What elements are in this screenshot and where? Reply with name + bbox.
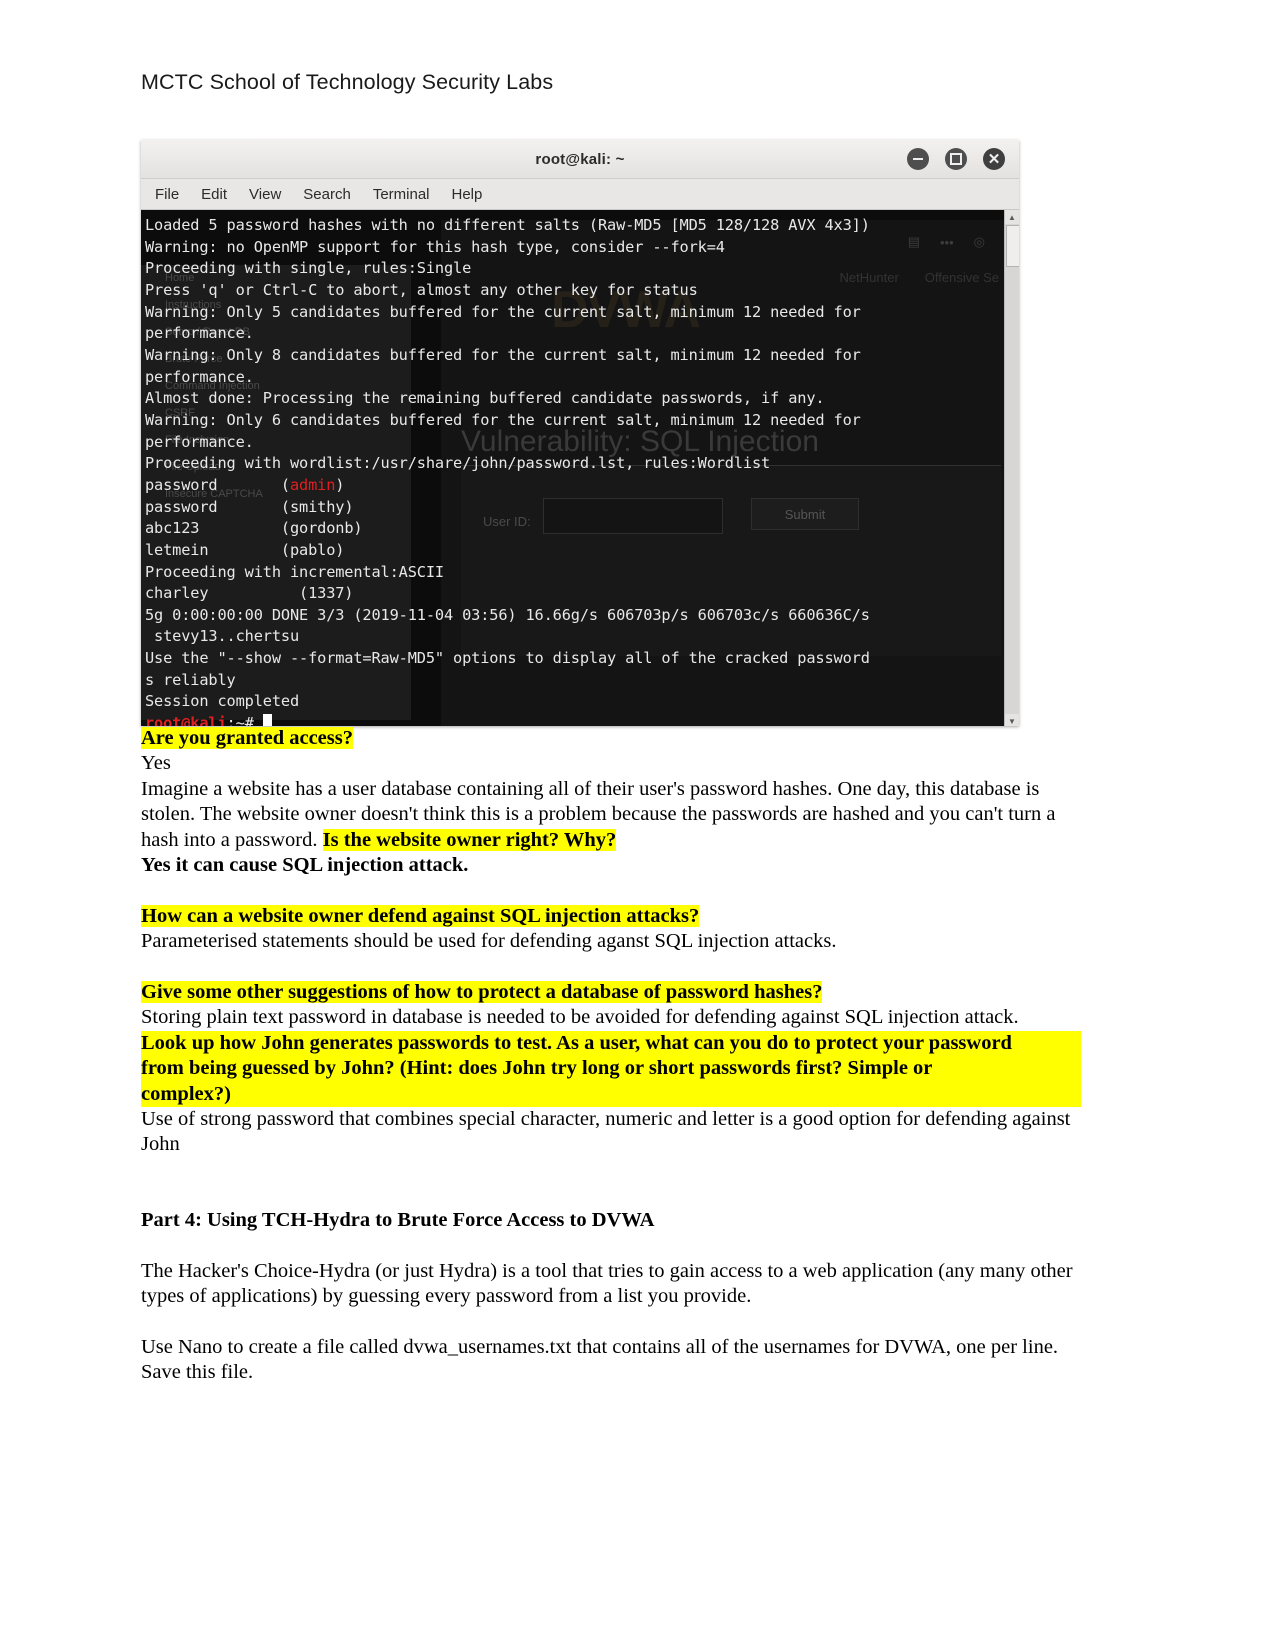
- terminal-title: root@kali: ~: [535, 150, 625, 168]
- part4-heading: Part 4: Using TCH-Hydra to Brute Force A…: [141, 1208, 655, 1231]
- question-protect-hashes-text: Give some other suggestions of how to pr…: [141, 981, 823, 1004]
- cracked-user: admin: [289, 475, 336, 494]
- cracked-password: password: [145, 497, 218, 516]
- scroll-up-arrow-icon[interactable]: ▲: [1005, 210, 1019, 224]
- window-controls: ✕: [907, 148, 1005, 170]
- part4-paragraph-nano-instruction: Use Nano to create a file called dvwa_us…: [141, 1335, 1059, 1384]
- part4-paragraph-hydra-intro: The Hacker's Choice-Hydra (or just Hydra…: [141, 1259, 1073, 1308]
- terminal-line: Proceeding with incremental:ASCII: [145, 562, 444, 581]
- terminal-line: 5g 0:00:00:00 DONE 3/3 (2019-11-04 03:56…: [145, 605, 870, 624]
- terminal-line: Almost done: Processing the remaining bu…: [145, 389, 825, 408]
- maximize-icon[interactable]: [945, 148, 967, 170]
- scrollbar-thumb[interactable]: [1006, 225, 1019, 267]
- menu-search[interactable]: Search: [303, 186, 351, 203]
- answer-owner-right: Yes it can cause SQL injection attack.: [141, 854, 469, 877]
- terminal-line: Loaded 5 password hashes with no differe…: [145, 216, 870, 234]
- page-title: MCTC School of Technology Security Labs: [141, 70, 554, 94]
- cracked-password: letmein: [145, 540, 209, 559]
- answer-john-passwords: Use of strong password that combines spe…: [141, 1108, 1071, 1156]
- terminal-line: Warning: no OpenMP support for this hash…: [145, 237, 725, 256]
- question-john-line2: from being guessed by John? (Hint: does …: [141, 1056, 1081, 1082]
- terminal-line: stevy13..chertsu: [145, 627, 300, 646]
- shell-prompt-host: root@kali: [145, 714, 227, 726]
- terminal-line: Use the "--show --format=Raw-MD5" option…: [145, 649, 870, 668]
- question-owner-right: Is the website owner right? Why?: [322, 828, 617, 851]
- answer-granted-access: Yes: [141, 752, 171, 775]
- terminal-line: performance.: [145, 324, 254, 343]
- cracked-user: pablo: [289, 540, 336, 559]
- menu-file[interactable]: File: [155, 186, 179, 203]
- terminal-titlebar: root@kali: ~ ✕: [141, 140, 1019, 179]
- question-protect-hashes: Give some other suggestions of how to pr…: [141, 980, 1081, 1005]
- terminal-window-screenshot: root@kali: ~ ✕ File Edit View Search Ter…: [141, 140, 1019, 726]
- question-john-line3: complex?): [141, 1081, 1081, 1108]
- terminal-line: Press 'q' or Ctrl-C to abort, almost any…: [145, 280, 698, 299]
- question-granted-access-text: Are you granted access?: [141, 727, 353, 749]
- question-john-passwords: Look up how John generates passwords to …: [141, 1030, 1081, 1108]
- scroll-down-arrow-icon[interactable]: ▼: [1005, 714, 1019, 726]
- terminal-line: s reliably: [145, 670, 236, 689]
- cracked-user: smithy: [289, 497, 345, 516]
- paragraph-hash-scenario: Imagine a website has a user database co…: [141, 777, 1081, 853]
- menu-edit[interactable]: Edit: [201, 186, 227, 203]
- menu-view[interactable]: View: [249, 186, 281, 203]
- terminal-menubar: File Edit View Search Terminal Help: [141, 179, 1019, 210]
- terminal-cursor[interactable]: [262, 714, 272, 726]
- terminal-line: performance.: [145, 367, 254, 386]
- question-john-line1: Look up how John generates passwords to …: [141, 1030, 1081, 1057]
- question-defend-sqli-text: How can a website owner defend against S…: [141, 904, 700, 927]
- document-body: Are you granted access? Yes Imagine a we…: [141, 726, 1081, 1386]
- terminal-line: Proceeding with single, rules:Single: [145, 259, 472, 278]
- cracked-password: abc123: [145, 519, 200, 538]
- terminal-line: Session completed: [145, 692, 300, 711]
- menu-help[interactable]: Help: [452, 186, 483, 203]
- terminal-line: Warning: Only 6 candidates buffered for …: [145, 410, 861, 429]
- close-icon[interactable]: ✕: [983, 148, 1005, 170]
- terminal-output: Loaded 5 password hashes with no differe…: [141, 210, 1005, 726]
- question-defend-sqli: How can a website owner defend against S…: [141, 904, 1081, 929]
- terminal-line: performance.: [145, 432, 254, 451]
- terminal-line: charley (1337): [145, 584, 354, 603]
- cracked-user: gordonb: [289, 519, 354, 538]
- answer-defend-sqli: Parameterised statements should be used …: [141, 930, 837, 953]
- terminal-line: Proceeding with wordlist:/usr/share/john…: [145, 454, 771, 473]
- terminal-scrollbar[interactable]: ▲ ▼: [1004, 210, 1019, 726]
- answer-protect-hashes: Storing plain text password in database …: [141, 1006, 1019, 1029]
- terminal-body: ▤ ••• ◎ NetHunter Offensive Se DVWA Vuln…: [141, 210, 1019, 726]
- shell-prompt-tail: :~#: [226, 714, 263, 726]
- minimize-icon[interactable]: [907, 148, 929, 170]
- terminal-line: Warning: Only 5 candidates buffered for …: [145, 302, 861, 321]
- question-granted-access: Are you granted access?: [141, 726, 1081, 751]
- terminal-line: Warning: Only 8 candidates buffered for …: [145, 345, 861, 364]
- cracked-password: password: [145, 475, 218, 494]
- menu-terminal[interactable]: Terminal: [373, 186, 430, 203]
